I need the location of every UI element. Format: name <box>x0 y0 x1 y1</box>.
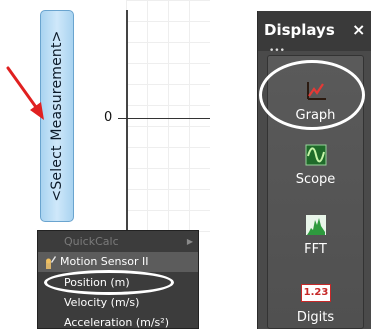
menu-item-acceleration[interactable]: Acceleration (m/s²) <box>38 313 198 329</box>
menu-item-label: QuickCalc <box>64 235 119 248</box>
measurement-menu: QuickCalc ▶ Motion Sensor II Position (m… <box>37 230 199 329</box>
menu-item-motion-sensor[interactable]: Motion Sensor II <box>38 252 198 272</box>
displays-title: Displays <box>264 21 335 39</box>
display-tile-scope[interactable]: Scope <box>268 136 363 204</box>
y-axis-line <box>126 10 128 232</box>
displays-list: Graph Scope FFT 1.23 Digits <box>267 55 364 329</box>
display-tile-graph[interactable]: Graph <box>268 66 363 134</box>
annotation-arrow-icon <box>6 66 44 120</box>
tile-label: FFT <box>304 242 327 257</box>
graph-icon <box>307 82 326 100</box>
display-tile-fft[interactable]: FFT <box>268 204 363 272</box>
zero-baseline <box>118 118 210 119</box>
menu-item-label: Position (m) <box>64 276 130 289</box>
submenu-arrow-icon: ▶ <box>186 237 193 246</box>
motion-sensor-icon <box>46 256 56 269</box>
close-icon[interactable]: × <box>352 20 365 39</box>
tile-label: Scope <box>295 172 336 187</box>
menu-item-quickcalc[interactable]: QuickCalc ▶ <box>38 232 198 252</box>
tile-label: Digits <box>296 310 335 325</box>
menu-item-label: Velocity (m/s) <box>64 296 140 309</box>
scope-icon <box>305 144 327 166</box>
digits-icon: 1.23 <box>301 284 331 302</box>
menu-item-label: Motion Sensor II <box>60 255 149 268</box>
menu-item-position[interactable]: Position (m) <box>38 273 198 293</box>
displays-palette: Displays × ••• Graph Scope FFT 1.23 Digi… <box>257 11 371 329</box>
display-tile-digits[interactable]: 1.23 Digits <box>268 272 363 329</box>
select-measurement-label: <Select Measurement> <box>49 30 65 202</box>
menu-item-label: Acceleration (m/s²) <box>64 316 169 329</box>
menu-item-velocity[interactable]: Velocity (m/s) <box>38 293 198 313</box>
tile-label: Graph <box>295 108 336 123</box>
fft-icon <box>306 215 326 235</box>
displays-header: Displays × ••• <box>258 11 371 56</box>
y-axis-zero-tick: 0 <box>104 110 113 125</box>
